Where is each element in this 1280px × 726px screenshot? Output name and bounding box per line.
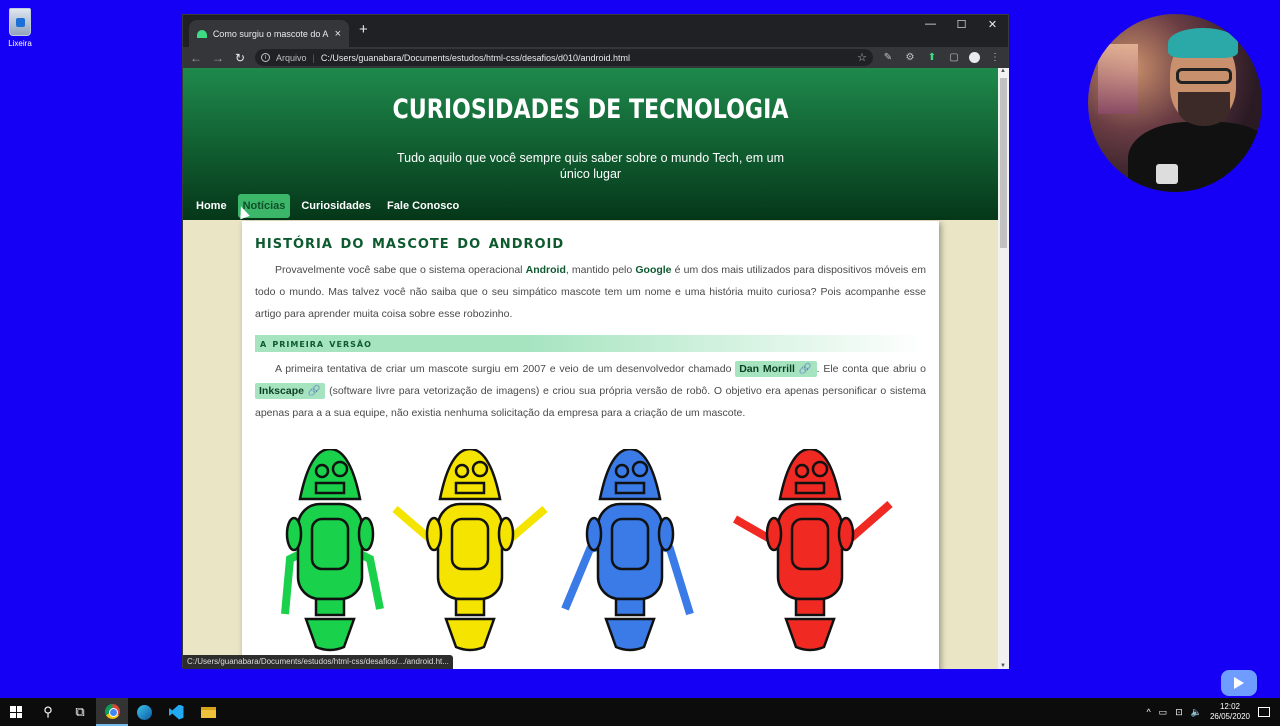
scroll-up-icon[interactable]: ▲ — [1000, 68, 1006, 74]
clock-time: 12:02 — [1219, 702, 1240, 711]
section-heading-first-version: A primeira versão — [255, 335, 926, 352]
dan-morrill-link[interactable]: Dan Morrill 🔗 — [735, 361, 817, 377]
link-icon: 🔗 — [307, 385, 322, 397]
volume-icon[interactable]: 🔈 — [1191, 707, 1202, 718]
browser-toolbar: ← → ↻ i Arquivo | C:/Users/guanabara/Doc… — [183, 47, 1008, 68]
android-prototype-robots-image — [281, 449, 893, 652]
recycle-bin-shortcut[interactable]: Lixeira — [6, 8, 34, 48]
back-button[interactable]: ← — [189, 51, 203, 65]
nav-home[interactable]: Home — [191, 194, 232, 218]
recycle-bin-label: Lixeira — [8, 39, 32, 48]
screen-extension-icon[interactable]: ▢ — [947, 52, 961, 63]
task-view-button[interactable]: ⧉ — [64, 698, 96, 726]
address-separator: | — [312, 52, 315, 63]
browser-window: Como surgiu o mascote do Andr × + — ☐ ✕ … — [182, 14, 1009, 669]
webcam-microphone — [1156, 164, 1178, 184]
tab-android-page[interactable]: Como surgiu o mascote do Andr × — [189, 20, 349, 47]
task-view-icon: ⧉ — [75, 704, 85, 719]
google-term: Google — [635, 264, 672, 276]
recycle-bin-icon — [9, 8, 31, 36]
webcam-glasses — [1176, 68, 1232, 84]
search-icon: ⚲ — [43, 704, 53, 719]
vscode-icon — [168, 704, 184, 720]
site-title: Curiosidades de Tecnologia — [392, 94, 789, 125]
nav-fale-conosco[interactable]: Fale Conosco — [382, 194, 464, 218]
maximize-button[interactable]: ☐ — [946, 15, 977, 33]
battery-icon[interactable]: ▭ — [1159, 707, 1168, 718]
network-icon[interactable]: ⊡ — [1175, 707, 1183, 718]
page-viewport: Curiosidades de Tecnologia Tudo aquilo q… — [183, 68, 998, 669]
tab-close-icon[interactable]: × — [335, 28, 341, 40]
bookmark-star-icon[interactable]: ☆ — [857, 51, 867, 64]
taskbar-edge[interactable] — [128, 698, 160, 726]
site-subtitle: Tudo aquilo que você sempre quis saber s… — [396, 151, 785, 181]
youtube-play-icon — [1221, 670, 1257, 696]
windows-taskbar: ⚲ ⧉ ^ ▭ ⊡ 🔈 12:02 26/05/2020 — [0, 698, 1280, 726]
robot-3 — [561, 449, 694, 652]
info-icon[interactable]: i — [261, 53, 270, 62]
eyedropper-extension-icon[interactable]: ✎ — [881, 52, 895, 63]
clock-date: 26/05/2020 — [1209, 712, 1250, 721]
taskbar-chrome[interactable] — [96, 698, 128, 726]
new-tab-button[interactable]: + — [359, 21, 368, 38]
gear-extension-icon[interactable]: ⚙ — [903, 52, 917, 63]
clock[interactable]: 12:02 26/05/2020 — [1210, 702, 1250, 722]
minimize-button[interactable]: — — [915, 15, 946, 33]
reload-button[interactable]: ↻ — [233, 51, 247, 65]
forward-button[interactable]: → — [211, 51, 225, 65]
android-term: Android — [525, 264, 566, 276]
webcam-overlay — [1088, 14, 1262, 192]
android-favicon-icon — [197, 29, 207, 38]
menu-dots-icon[interactable]: ⋮ — [988, 52, 1002, 63]
address-bar[interactable]: i Arquivo | C:/Users/guanabara/Documents… — [255, 49, 873, 66]
link-icon: 🔗 — [798, 363, 813, 375]
nav-curiosidades[interactable]: Curiosidades — [296, 194, 376, 218]
robot-1 — [281, 449, 384, 652]
scroll-down-icon[interactable]: ▼ — [1000, 663, 1006, 669]
taskbar-explorer[interactable] — [192, 698, 224, 726]
webcam-shirt — [1128, 122, 1262, 192]
site-nav: Home Notícias Curiosidades Fale Conosco — [191, 194, 470, 218]
profile-icon[interactable] — [969, 52, 980, 63]
status-bar-url: C:/Users/guanabara/Documents/estudos/htm… — [183, 655, 453, 669]
robot-2 — [392, 449, 548, 652]
green-extension-icon[interactable]: ⬆ — [925, 52, 939, 63]
article-heading: História do mascote do Android — [255, 231, 565, 253]
system-tray: ^ ▭ ⊡ 🔈 12:02 26/05/2020 — [1146, 702, 1280, 722]
window-controls: — ☐ ✕ — [915, 15, 1008, 33]
page-scrollbar[interactable]: ▲ ▼ — [998, 68, 1009, 669]
robot-4 — [733, 449, 893, 652]
webcam-beard — [1178, 92, 1230, 126]
notifications-icon[interactable] — [1258, 707, 1270, 717]
close-window-button[interactable]: ✕ — [977, 15, 1008, 33]
tray-chevron-icon[interactable]: ^ — [1146, 707, 1150, 717]
windows-logo-icon — [10, 706, 22, 718]
scrollbar-thumb[interactable] — [1000, 78, 1007, 248]
tab-title: Como surgiu o mascote do Andr — [212, 28, 329, 39]
inkscape-link[interactable]: Inkscape 🔗 — [255, 383, 326, 399]
article-paragraph-2: A primeira tentativa de criar um mascote… — [255, 361, 927, 419]
edge-icon — [136, 704, 152, 720]
folder-icon — [200, 706, 216, 718]
start-button[interactable] — [0, 698, 32, 726]
webcam-hair — [1168, 28, 1238, 58]
taskbar-vscode[interactable] — [160, 698, 192, 726]
chrome-icon — [104, 703, 120, 719]
url-text[interactable]: C:/Users/guanabara/Documents/estudos/htm… — [321, 53, 630, 63]
scheme-label: Arquivo — [276, 52, 307, 63]
webcam-background — [1098, 44, 1138, 114]
article-paragraph-1: Provavelmente você sabe que o sistema op… — [255, 264, 927, 320]
search-button[interactable]: ⚲ — [32, 698, 64, 726]
article: História do mascote do Android Provavelm… — [242, 221, 939, 669]
tab-strip: Como surgiu o mascote do Andr × + — ☐ ✕ — [183, 15, 1008, 47]
site-header: Curiosidades de Tecnologia Tudo aquilo q… — [183, 68, 998, 220]
